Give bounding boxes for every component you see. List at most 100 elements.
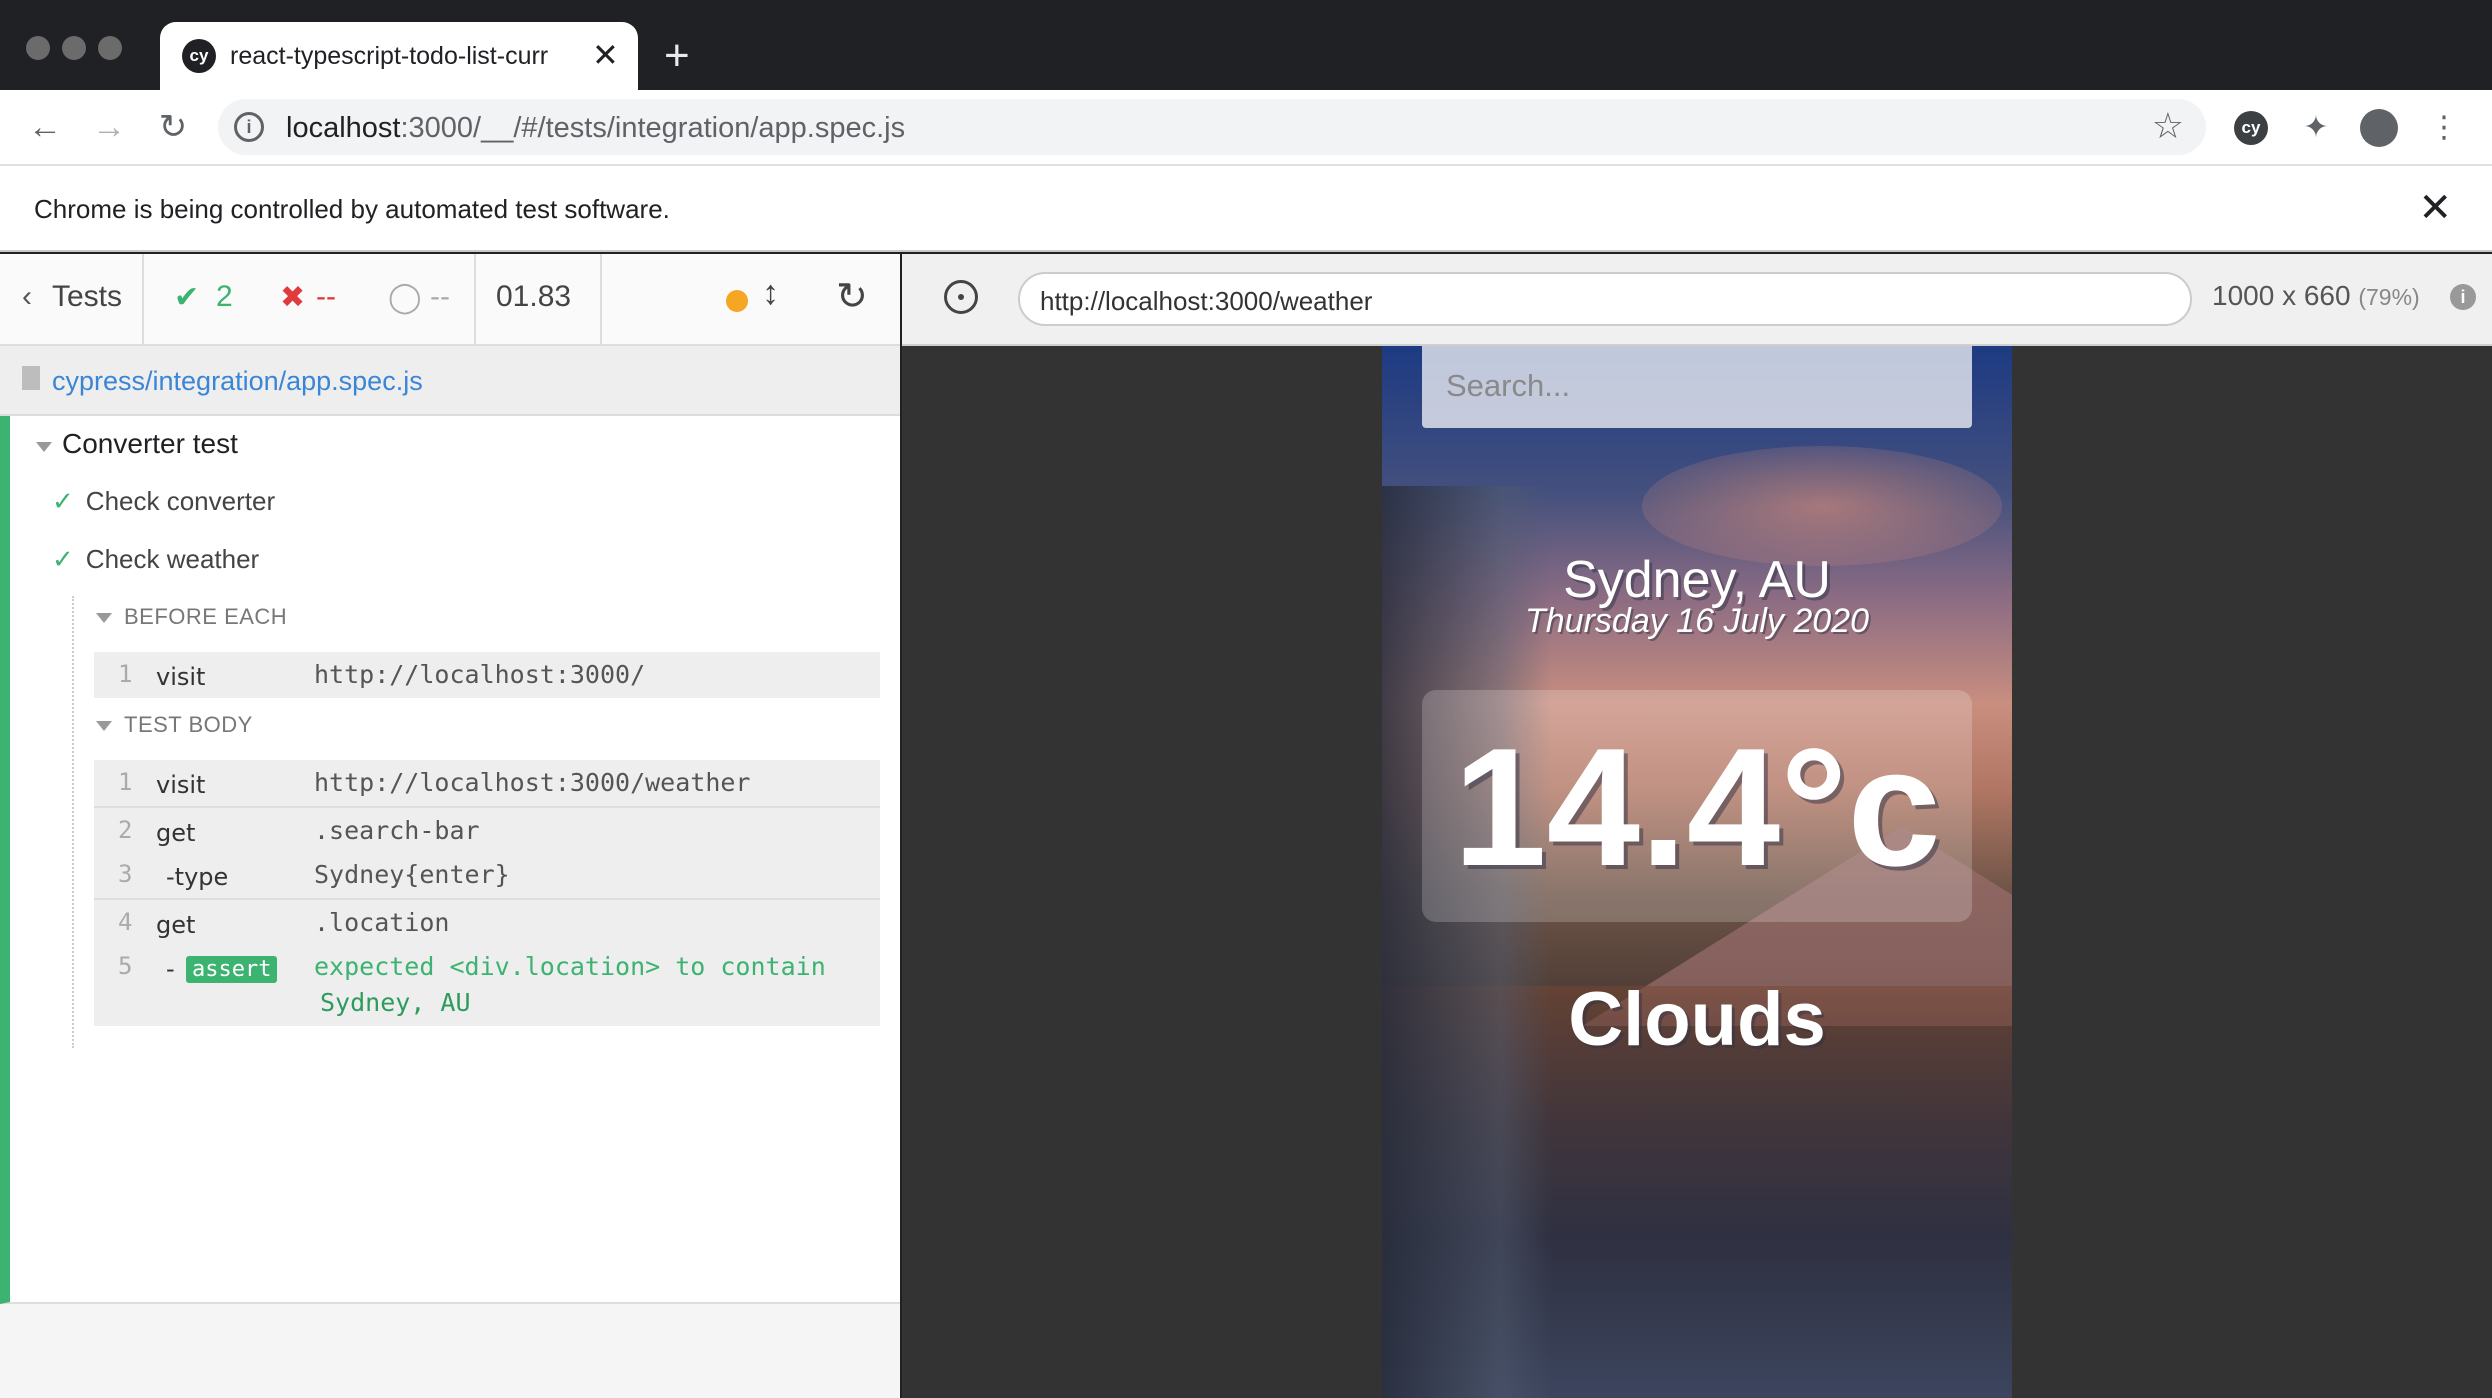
search-placeholder: Search... [1446, 368, 1571, 403]
command-row[interactable]: 1 visit http://localhost:3000/ [94, 652, 880, 698]
stats: ✔ 2 ✖ -- ◯ -- [144, 254, 476, 346]
sky-background [1642, 446, 2002, 566]
tests-nav-button[interactable]: ‹ Tests [0, 254, 144, 346]
browser-tab[interactable]: cy react-typescript-todo-list-curr ✕ [160, 22, 638, 92]
address-bar[interactable]: i localhost:3000/__/#/tests/integration/… [218, 99, 2206, 155]
failed-x-icon: ✖ [280, 281, 306, 314]
duration: 01.83 [476, 254, 602, 346]
spec-path-link[interactable]: cypress/integration/app.spec.js [52, 366, 423, 397]
cypress-extension-icon[interactable]: cy [2234, 111, 2268, 145]
temperature: 14.4°c [1453, 713, 1941, 901]
command-row[interactable]: 4 get .location [94, 898, 880, 944]
date: Thursday 16 July 2020 [1525, 602, 1869, 640]
tab-close-icon[interactable]: ✕ [592, 37, 619, 73]
hook-test-body[interactable]: TEST BODY [124, 712, 253, 738]
collapse-triangle-icon[interactable] [96, 721, 112, 731]
running-indicator-icon [726, 290, 748, 312]
aut-header: http://localhost:3000/weather 1000 x 660… [902, 254, 2492, 346]
viewport-dimensions: 1000 x 660 [2212, 280, 2351, 311]
command-message: http://localhost:3000/weather [314, 768, 751, 797]
weather-condition: Clouds [1568, 977, 1826, 1062]
test-item[interactable]: ✓ Check weather [52, 544, 259, 575]
spec-path-bar: cypress/integration/app.spec.js [0, 346, 900, 416]
command-name: get [156, 819, 196, 847]
reload-icon[interactable]: ↻ [150, 104, 196, 150]
url-path: :3000/__/#/tests/integration/app.spec.js [400, 112, 906, 144]
command-number: 4 [118, 908, 133, 936]
weather-app: Search... Sydney, AU Thursday 16 July 20… [1382, 346, 2012, 1398]
url-host: localhost [286, 112, 401, 144]
command-message: http://localhost:3000/ [314, 660, 646, 689]
command-name: visit [156, 771, 206, 799]
viewport-scale: (79%) [2358, 284, 2420, 310]
more-vert-icon[interactable]: ⋮ [2424, 108, 2464, 148]
infobar-message: Chrome is being controlled by automated … [34, 194, 670, 224]
zoom-window-button[interactable] [98, 36, 122, 60]
test-item[interactable]: ✓ Check converter [52, 486, 275, 517]
command-name: visit [156, 663, 206, 691]
pending-count: -- [430, 280, 450, 313]
command-message: Sydney{enter} [314, 860, 510, 889]
command-number: 5 [118, 952, 133, 980]
minimize-window-button[interactable] [62, 36, 86, 60]
browser-toolbar: ← → ↻ i localhost:3000/__/#/tests/integr… [0, 90, 2492, 164]
automation-infobar: Chrome is being controlled by automated … [0, 164, 2492, 252]
assert-badge-label: assert [186, 956, 278, 983]
expand-toggle-icon[interactable]: ↕ [762, 274, 779, 313]
command-row[interactable]: 2 get .search-bar [94, 806, 880, 852]
collapse-triangle-icon[interactable] [96, 613, 112, 623]
assert-message-value: Sydney, AU [320, 988, 471, 1017]
collapse-triangle-icon[interactable] [36, 442, 52, 452]
aut-panel: http://localhost:3000/weather 1000 x 660… [902, 254, 2492, 1398]
test-body-commands: 1 visit http://localhost:3000/weather 2 … [94, 760, 880, 1026]
forward-arrow-icon[interactable]: → [86, 104, 132, 150]
location: Sydney, AU [1563, 551, 1831, 609]
command-number: 1 [118, 660, 133, 688]
new-tab-button[interactable]: + [664, 32, 690, 80]
extensions-icon[interactable]: ✦ [2296, 108, 2336, 148]
test-title: Check weather [85, 544, 260, 574]
hook-before-each[interactable]: BEFORE EACH [124, 604, 287, 630]
test-suite: Converter test ✓ Check converter ✓ Check w… [0, 416, 900, 1304]
viewport-size: 1000 x 660 (79%) [2212, 280, 2420, 312]
cypress-favicon-icon: cy [182, 39, 216, 73]
back-arrow-icon[interactable]: ← [22, 104, 68, 150]
test-title: Check converter [85, 486, 276, 516]
site-info-icon[interactable]: i [234, 112, 264, 142]
close-window-button[interactable] [26, 36, 50, 60]
passed-check-icon: ✔ [174, 281, 200, 314]
command-row[interactable]: 5 - assert expected <div.location> to co… [94, 944, 880, 1026]
address-bar-url[interactable]: localhost:3000/__/#/tests/integration/ap… [286, 112, 905, 145]
before-each-commands: 1 visit http://localhost:3000/ [94, 652, 880, 698]
passed-count: 2 [216, 280, 233, 313]
search-bar[interactable]: Search... [1422, 346, 1972, 428]
pass-check-icon: ✓ [52, 544, 74, 574]
command-row[interactable]: 1 visit http://localhost:3000/weather [94, 760, 880, 806]
command-name-prefix: - [166, 955, 175, 983]
aut-url-bar: http://localhost:3000/weather [1018, 272, 2192, 326]
pass-check-icon: ✓ [52, 486, 74, 516]
file-icon [22, 366, 40, 390]
rerun-icon[interactable]: ↻ [836, 274, 868, 319]
assert-badge: assert [186, 954, 278, 983]
tab-title: react-typescript-todo-list-curr [230, 42, 549, 70]
cypress-reporter: ‹ Tests ✔ 2 ✖ -- ◯ -- 01.83 ↕ ↻ cypress/… [0, 254, 900, 1398]
command-number: 2 [118, 816, 133, 844]
tests-label: Tests [52, 280, 123, 313]
infobar-close-icon[interactable]: ✕ [2418, 184, 2452, 232]
chevron-left-icon: ‹ [22, 280, 32, 313]
suite-title[interactable]: Converter test [62, 428, 238, 460]
viewport-info-icon[interactable]: i [2450, 284, 2476, 310]
selector-playground-icon[interactable] [944, 280, 978, 314]
reporter-header: ‹ Tests ✔ 2 ✖ -- ◯ -- 01.83 ↕ ↻ [0, 254, 900, 346]
command-name: -type [166, 863, 229, 891]
command-message: .search-bar [314, 816, 480, 845]
assert-message: expected <div.location> to contain [314, 952, 826, 981]
profile-icon[interactable] [2360, 109, 2398, 147]
star-icon[interactable]: ☆ [2152, 105, 2184, 147]
command-row[interactable]: 3 -type Sydney{enter} [94, 852, 880, 898]
duration-value: 01.83 [496, 280, 572, 313]
pending-circle-icon: ◯ [388, 281, 422, 314]
temperature-box: 14.4°c [1422, 690, 1972, 922]
aut-url-text: http://localhost:3000/weather [1040, 286, 1373, 316]
